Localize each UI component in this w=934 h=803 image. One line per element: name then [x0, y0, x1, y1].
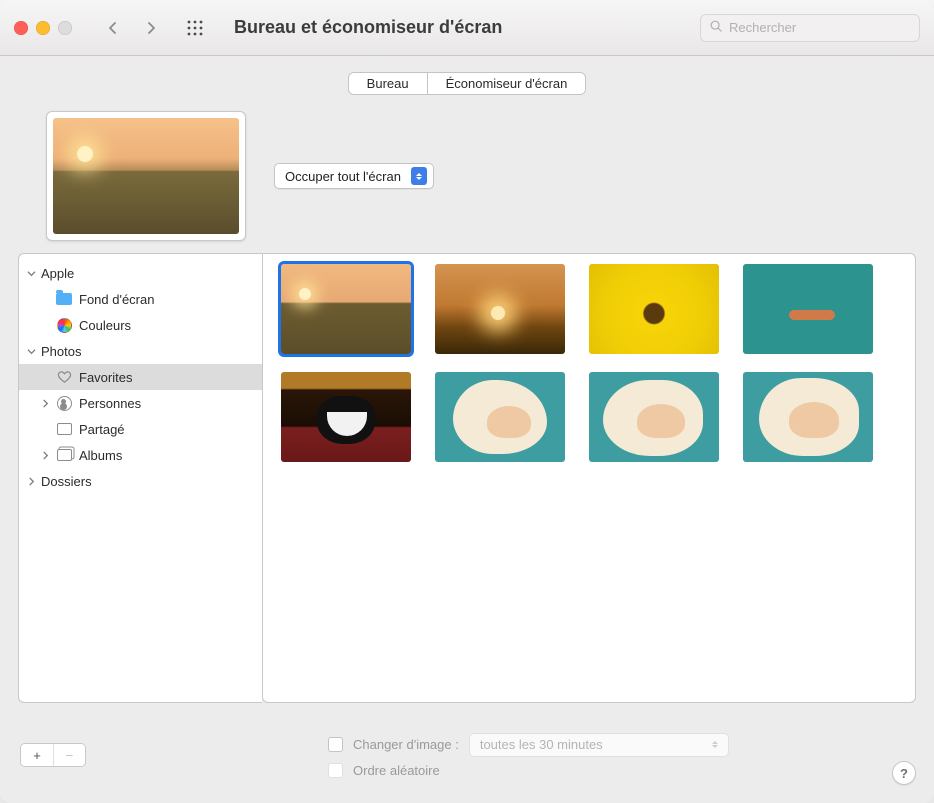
search-input[interactable] [729, 20, 911, 35]
interval-value: toutes les 30 minutes [480, 737, 603, 752]
folder-icon [55, 290, 73, 308]
sidebar-group-label: Photos [41, 344, 81, 359]
updown-arrows-icon [411, 167, 427, 185]
tab-bar: Bureau Économiseur d'écran [18, 72, 916, 95]
chevron-right-icon [39, 451, 51, 460]
fit-mode-popup[interactable]: Occuper tout l'écran [274, 163, 434, 189]
random-order-row: Ordre aléatoire [328, 763, 729, 778]
change-image-checkbox[interactable] [328, 737, 343, 752]
albums-icon [55, 446, 73, 464]
preview-row: Occuper tout l'écran [18, 111, 916, 241]
titlebar: Bureau et économiseur d'écran [0, 0, 934, 56]
plus-icon: + [33, 748, 41, 763]
shared-icon [55, 420, 73, 438]
wallpaper-thumb[interactable] [743, 264, 873, 354]
sidebar-item-label: Partagé [79, 422, 125, 437]
sidebar-item-shared[interactable]: Partagé [19, 416, 262, 442]
sidebar-item-label: Favorites [79, 370, 132, 385]
remove-folder-button: − [53, 744, 85, 766]
content-body: Bureau Économiseur d'écran Occuper tout … [0, 56, 934, 803]
help-button[interactable]: ? [892, 761, 916, 785]
random-order-label: Ordre aléatoire [353, 763, 440, 778]
add-remove-control: + − [20, 743, 86, 767]
change-options: Changer d'image : toutes les 30 minutes … [328, 733, 729, 778]
search-icon [709, 19, 723, 36]
sidebar-item-colors[interactable]: Couleurs [19, 312, 262, 338]
heart-icon [55, 368, 73, 386]
sidebar-item-favorites[interactable]: Favorites [19, 364, 262, 390]
wallpaper-thumb[interactable] [435, 264, 565, 354]
colorwheel-icon [55, 316, 73, 334]
change-image-row: Changer d'image : toutes les 30 minutes [328, 733, 729, 757]
sidebar-item-albums[interactable]: Albums [19, 442, 262, 468]
minimize-window-button[interactable] [36, 21, 50, 35]
sidebar-group-folders[interactable]: Dossiers [19, 468, 262, 494]
window-controls [14, 21, 72, 35]
change-image-label: Changer d'image : [353, 737, 459, 752]
random-order-checkbox [328, 763, 343, 778]
wallpaper-thumb[interactable] [743, 372, 873, 462]
wallpaper-thumb[interactable] [281, 372, 411, 462]
current-wallpaper-preview [46, 111, 246, 241]
chevron-right-icon [25, 477, 37, 486]
question-icon: ? [900, 766, 908, 781]
sidebar-item-label: Fond d'écran [79, 292, 154, 307]
chevron-down-icon [25, 347, 37, 356]
segmented-control: Bureau Économiseur d'écran [348, 72, 587, 95]
fit-mode-label: Occuper tout l'écran [285, 169, 401, 184]
sidebar-item-label: Couleurs [79, 318, 131, 333]
sidebar-group-label: Dossiers [41, 474, 92, 489]
window-title: Bureau et économiseur d'écran [234, 17, 502, 38]
close-window-button[interactable] [14, 21, 28, 35]
sidebar-group-label: Apple [41, 266, 74, 281]
sidebar-group-apple[interactable]: Apple [19, 260, 262, 286]
minus-icon: − [66, 748, 74, 763]
sidebar-item-wallpaper[interactable]: Fond d'écran [19, 286, 262, 312]
wallpaper-thumb[interactable] [589, 264, 719, 354]
tab-screensaver[interactable]: Économiseur d'écran [427, 73, 586, 94]
chevron-right-icon [39, 399, 51, 408]
sidebar-item-label: Personnes [79, 396, 141, 411]
source-sidebar[interactable]: Apple Fond d'écran Couleurs Photos [18, 253, 262, 703]
chevron-down-icon [25, 269, 37, 278]
sidebar-item-label: Albums [79, 448, 122, 463]
sidebar-group-photos[interactable]: Photos [19, 338, 262, 364]
nav-arrows [96, 15, 168, 41]
thumbnail-grid-container [262, 253, 916, 703]
prefs-window: Bureau et économiseur d'écran Bureau Éco… [0, 0, 934, 803]
thumbnail-grid [281, 264, 897, 462]
wallpaper-thumb[interactable] [435, 372, 565, 462]
forward-button[interactable] [134, 15, 168, 41]
main-split: Apple Fond d'écran Couleurs Photos [18, 253, 916, 703]
interval-popup: toutes les 30 minutes [469, 733, 729, 757]
add-folder-button[interactable]: + [21, 744, 53, 766]
person-circle-icon [55, 394, 73, 412]
wallpaper-thumb[interactable] [589, 372, 719, 462]
updown-arrows-icon [708, 741, 722, 748]
wallpaper-preview-image [53, 118, 239, 234]
zoom-window-button [58, 21, 72, 35]
sidebar-item-people[interactable]: Personnes [19, 390, 262, 416]
bottom-bar: + − Changer d'image : toutes les 30 minu… [18, 725, 916, 785]
show-all-prefs-button[interactable] [180, 15, 210, 41]
back-button[interactable] [96, 15, 130, 41]
search-field[interactable] [700, 14, 920, 42]
wallpaper-thumb[interactable] [281, 264, 411, 354]
tab-desktop[interactable]: Bureau [349, 73, 427, 94]
